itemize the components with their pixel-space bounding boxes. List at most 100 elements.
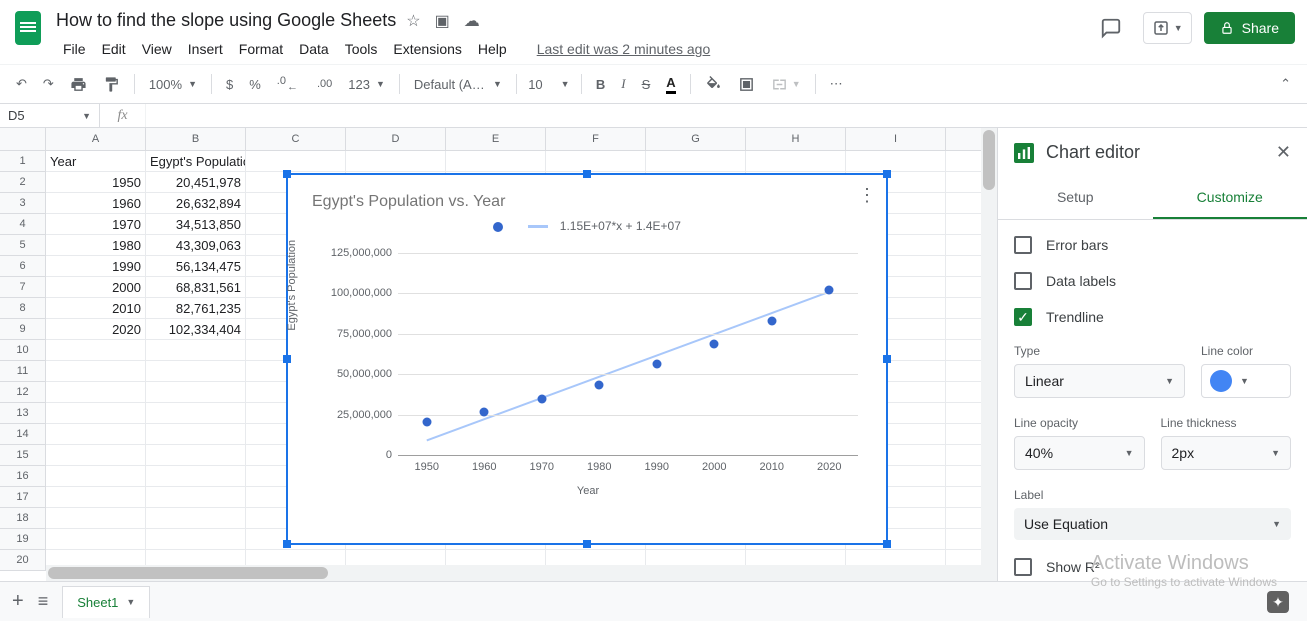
cell-B11[interactable] [146,361,246,381]
cell-B1[interactable]: Egypt's Population [146,151,246,171]
cell-A15[interactable] [46,445,146,465]
row-header-7[interactable]: 7 [0,277,45,298]
cell-B10[interactable] [146,340,246,360]
strikethrough-button[interactable]: S [636,73,657,96]
cell-A8[interactable]: 2010 [46,298,146,318]
merge-button[interactable]: ▼ [765,72,807,97]
cell-B3[interactable]: 26,632,894 [146,193,246,213]
col-header-E[interactable]: E [446,128,546,150]
cell-G1[interactable] [646,151,746,171]
cell-A19[interactable] [46,529,146,549]
name-box[interactable]: D5 ▼ [0,104,100,127]
font-size-dropdown[interactable]: 10▼ [525,73,573,96]
cell-H1[interactable] [746,151,846,171]
col-header-D[interactable]: D [346,128,446,150]
cell-B5[interactable]: 43,309,063 [146,235,246,255]
resize-handle[interactable] [583,170,591,178]
select-line-color[interactable]: ▼ [1201,364,1291,398]
cell-A10[interactable] [46,340,146,360]
select-line-opacity[interactable]: 40%▼ [1014,436,1145,470]
cell-B4[interactable]: 34,513,850 [146,214,246,234]
col-header-I[interactable]: I [846,128,946,150]
percent-button[interactable]: % [243,73,267,96]
horizontal-scrollbar[interactable] [46,565,981,581]
cell-B17[interactable] [146,487,246,507]
cell-B12[interactable] [146,382,246,402]
row-header-13[interactable]: 13 [0,403,45,424]
cell-B6[interactable]: 56,134,475 [146,256,246,276]
resize-handle[interactable] [883,355,891,363]
resize-handle[interactable] [283,540,291,548]
close-icon[interactable]: ✕ [1276,142,1291,163]
sheet-tab-sheet1[interactable]: Sheet1 ▼ [62,586,150,618]
cell-B14[interactable] [146,424,246,444]
cell-I1[interactable] [846,151,946,171]
fill-color-button[interactable] [699,72,728,97]
formula-bar[interactable] [146,104,1307,127]
row-header-1[interactable]: 1 [0,151,45,172]
menu-extensions[interactable]: Extensions [386,37,468,61]
increase-decimal-button[interactable]: .00 [311,74,338,94]
explore-button[interactable]: ✦ [1267,591,1289,613]
menu-format[interactable]: Format [232,37,290,61]
cloud-icon[interactable]: ☁ [464,11,480,31]
cell-A18[interactable] [46,508,146,528]
menu-file[interactable]: File [56,37,93,61]
resize-handle[interactable] [883,540,891,548]
currency-button[interactable]: $ [220,73,239,96]
row-header-9[interactable]: 9 [0,319,45,340]
row-header-12[interactable]: 12 [0,382,45,403]
cell-A16[interactable] [46,466,146,486]
doc-title[interactable]: How to find the slope using Google Sheet… [56,10,396,31]
menu-help[interactable]: Help [471,37,514,61]
cell-A5[interactable]: 1980 [46,235,146,255]
chart-menu-button[interactable]: ⋮ [858,185,876,206]
paint-format-button[interactable] [97,72,126,97]
collapse-toolbar-button[interactable]: ⌃ [1274,72,1297,96]
move-icon[interactable]: ▣ [435,11,450,31]
row-header-10[interactable]: 10 [0,340,45,361]
cell-B7[interactable]: 68,831,561 [146,277,246,297]
cell-B16[interactable] [146,466,246,486]
cell-A13[interactable] [46,403,146,423]
row-header-19[interactable]: 19 [0,529,45,550]
col-header-H[interactable]: H [746,128,846,150]
col-header-A[interactable]: A [46,128,146,150]
add-sheet-button[interactable]: + [12,590,24,613]
row-header-5[interactable]: 5 [0,235,45,256]
col-header-F[interactable]: F [546,128,646,150]
row-header-6[interactable]: 6 [0,256,45,277]
cell-C1[interactable] [246,151,346,171]
select-trendline-type[interactable]: Linear▼ [1014,364,1185,398]
cell-B2[interactable]: 20,451,978 [146,172,246,192]
row-header-11[interactable]: 11 [0,361,45,382]
row-header-15[interactable]: 15 [0,445,45,466]
row-header-2[interactable]: 2 [0,172,45,193]
select-line-thickness[interactable]: 2px▼ [1161,436,1292,470]
resize-handle[interactable] [283,355,291,363]
borders-button[interactable] [732,72,761,97]
cell-A6[interactable]: 1990 [46,256,146,276]
last-edit-link[interactable]: Last edit was 2 minutes ago [530,37,718,61]
cell-A17[interactable] [46,487,146,507]
resize-handle[interactable] [583,540,591,548]
more-formats-dropdown[interactable]: 123▼ [342,73,391,96]
cell-D1[interactable] [346,151,446,171]
cell-F1[interactable] [546,151,646,171]
cell-A14[interactable] [46,424,146,444]
cell-B9[interactable]: 102,334,404 [146,319,246,339]
select-all-corner[interactable] [0,128,46,150]
checkbox-error-bars[interactable]: Error bars [1014,236,1291,254]
row-header-16[interactable]: 16 [0,466,45,487]
cell-B13[interactable] [146,403,246,423]
menu-data[interactable]: Data [292,37,336,61]
vertical-scrollbar[interactable] [981,128,997,581]
cell-B19[interactable] [146,529,246,549]
italic-button[interactable]: I [615,72,631,96]
menu-view[interactable]: View [135,37,179,61]
menu-tools[interactable]: Tools [338,37,385,61]
text-color-button[interactable]: A [660,71,681,98]
undo-button[interactable]: ↶ [10,72,33,96]
cell-A2[interactable]: 1950 [46,172,146,192]
cell-B8[interactable]: 82,761,235 [146,298,246,318]
